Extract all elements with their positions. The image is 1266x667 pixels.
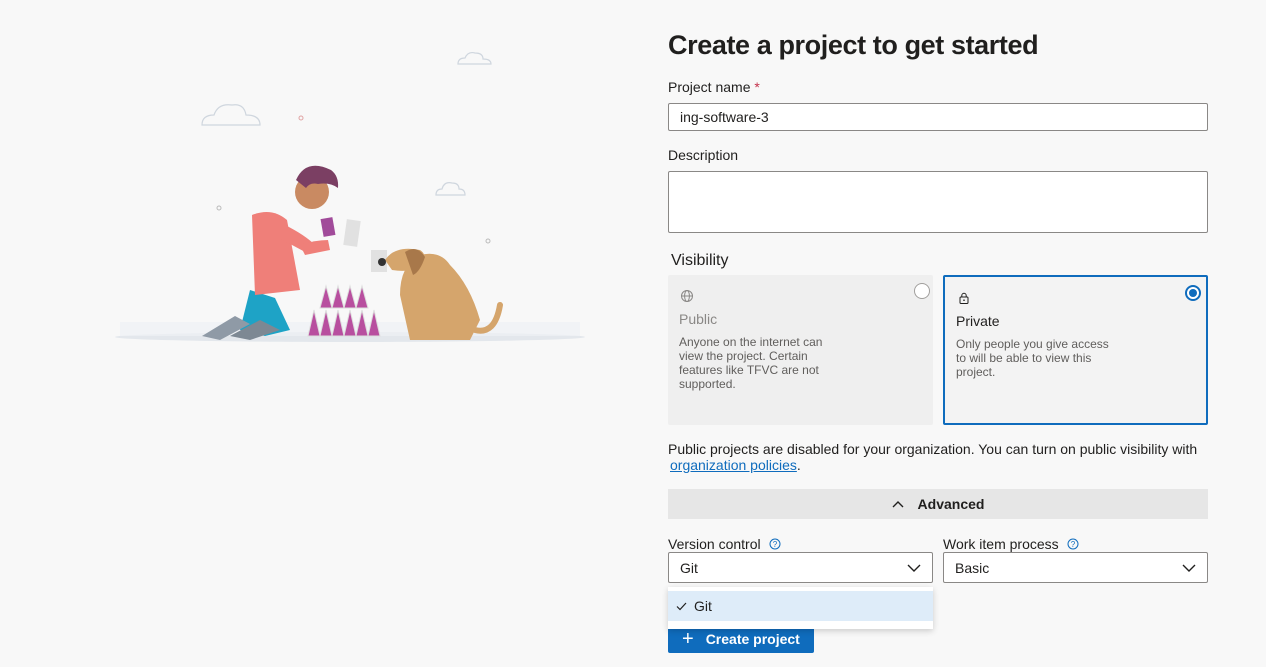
advanced-label: Advanced <box>917 496 985 512</box>
plus-icon: + <box>682 628 694 650</box>
version-control-label: Version control ? <box>668 536 781 552</box>
work-item-process-value: Basic <box>955 559 990 576</box>
dropdown-option-label: Git <box>694 598 712 614</box>
work-item-process-label-text: Work item process <box>943 536 1059 552</box>
visibility-option-description: Anyone on the internet can view the proj… <box>679 335 823 391</box>
chevron-down-icon <box>907 564 921 572</box>
private-radio[interactable] <box>1185 285 1201 301</box>
globe-icon <box>681 290 693 302</box>
version-control-label-text: Version control <box>668 536 761 552</box>
project-name-input[interactable]: ing-software-3 <box>668 103 1208 131</box>
create-project-button[interactable]: + Create project <box>668 625 814 653</box>
person-and-dog-illustration <box>115 51 585 342</box>
project-name-value: ing-software-3 <box>680 109 769 125</box>
svg-text:?: ? <box>1070 540 1075 549</box>
chevron-down-icon <box>1182 564 1196 572</box>
dropdown-option-git[interactable]: Git <box>668 591 933 621</box>
work-item-process-label: Work item process ? <box>943 536 1079 552</box>
visibility-option-public[interactable]: Public Anyone on the internet can view t… <box>668 275 933 425</box>
description-input[interactable] <box>668 171 1208 233</box>
visibility-option-name: Public <box>679 311 718 327</box>
visibility-heading: Visibility <box>671 252 729 269</box>
description-label: Description <box>668 147 739 163</box>
project-name-label: Project name * <box>668 79 760 95</box>
svg-text:?: ? <box>772 540 777 549</box>
version-control-select[interactable]: Git <box>668 552 933 583</box>
lock-icon <box>959 292 969 304</box>
project-name-label-text: Project name <box>668 79 751 95</box>
work-item-process-select[interactable]: Basic <box>943 552 1208 583</box>
visibility-option-description: Only people you give access to will be a… <box>956 337 1109 379</box>
version-control-dropdown: Git <box>668 587 933 629</box>
visibility-option-name: Private <box>956 313 1000 329</box>
help-icon[interactable]: ? <box>769 538 781 550</box>
chevron-up-icon <box>892 501 904 508</box>
organization-policies-link[interactable]: organization policies <box>670 457 797 473</box>
page-title: Create a project to get started <box>668 30 1039 60</box>
visibility-option-private[interactable]: Private Only people you give access to w… <box>943 275 1208 425</box>
notice-end: . <box>796 457 801 473</box>
required-marker: * <box>754 79 760 95</box>
advanced-toggle[interactable]: Advanced <box>668 489 1208 519</box>
public-disabled-notice: Public projects are disabled for your or… <box>668 441 1208 473</box>
help-icon[interactable]: ? <box>1067 538 1079 550</box>
version-control-value: Git <box>680 559 698 576</box>
notice-text: Public projects are disabled for your or… <box>668 441 1198 457</box>
public-radio[interactable] <box>914 283 930 299</box>
create-project-label: Create project <box>705 631 800 647</box>
checkmark-icon <box>676 602 687 610</box>
hero-illustration <box>100 40 600 360</box>
